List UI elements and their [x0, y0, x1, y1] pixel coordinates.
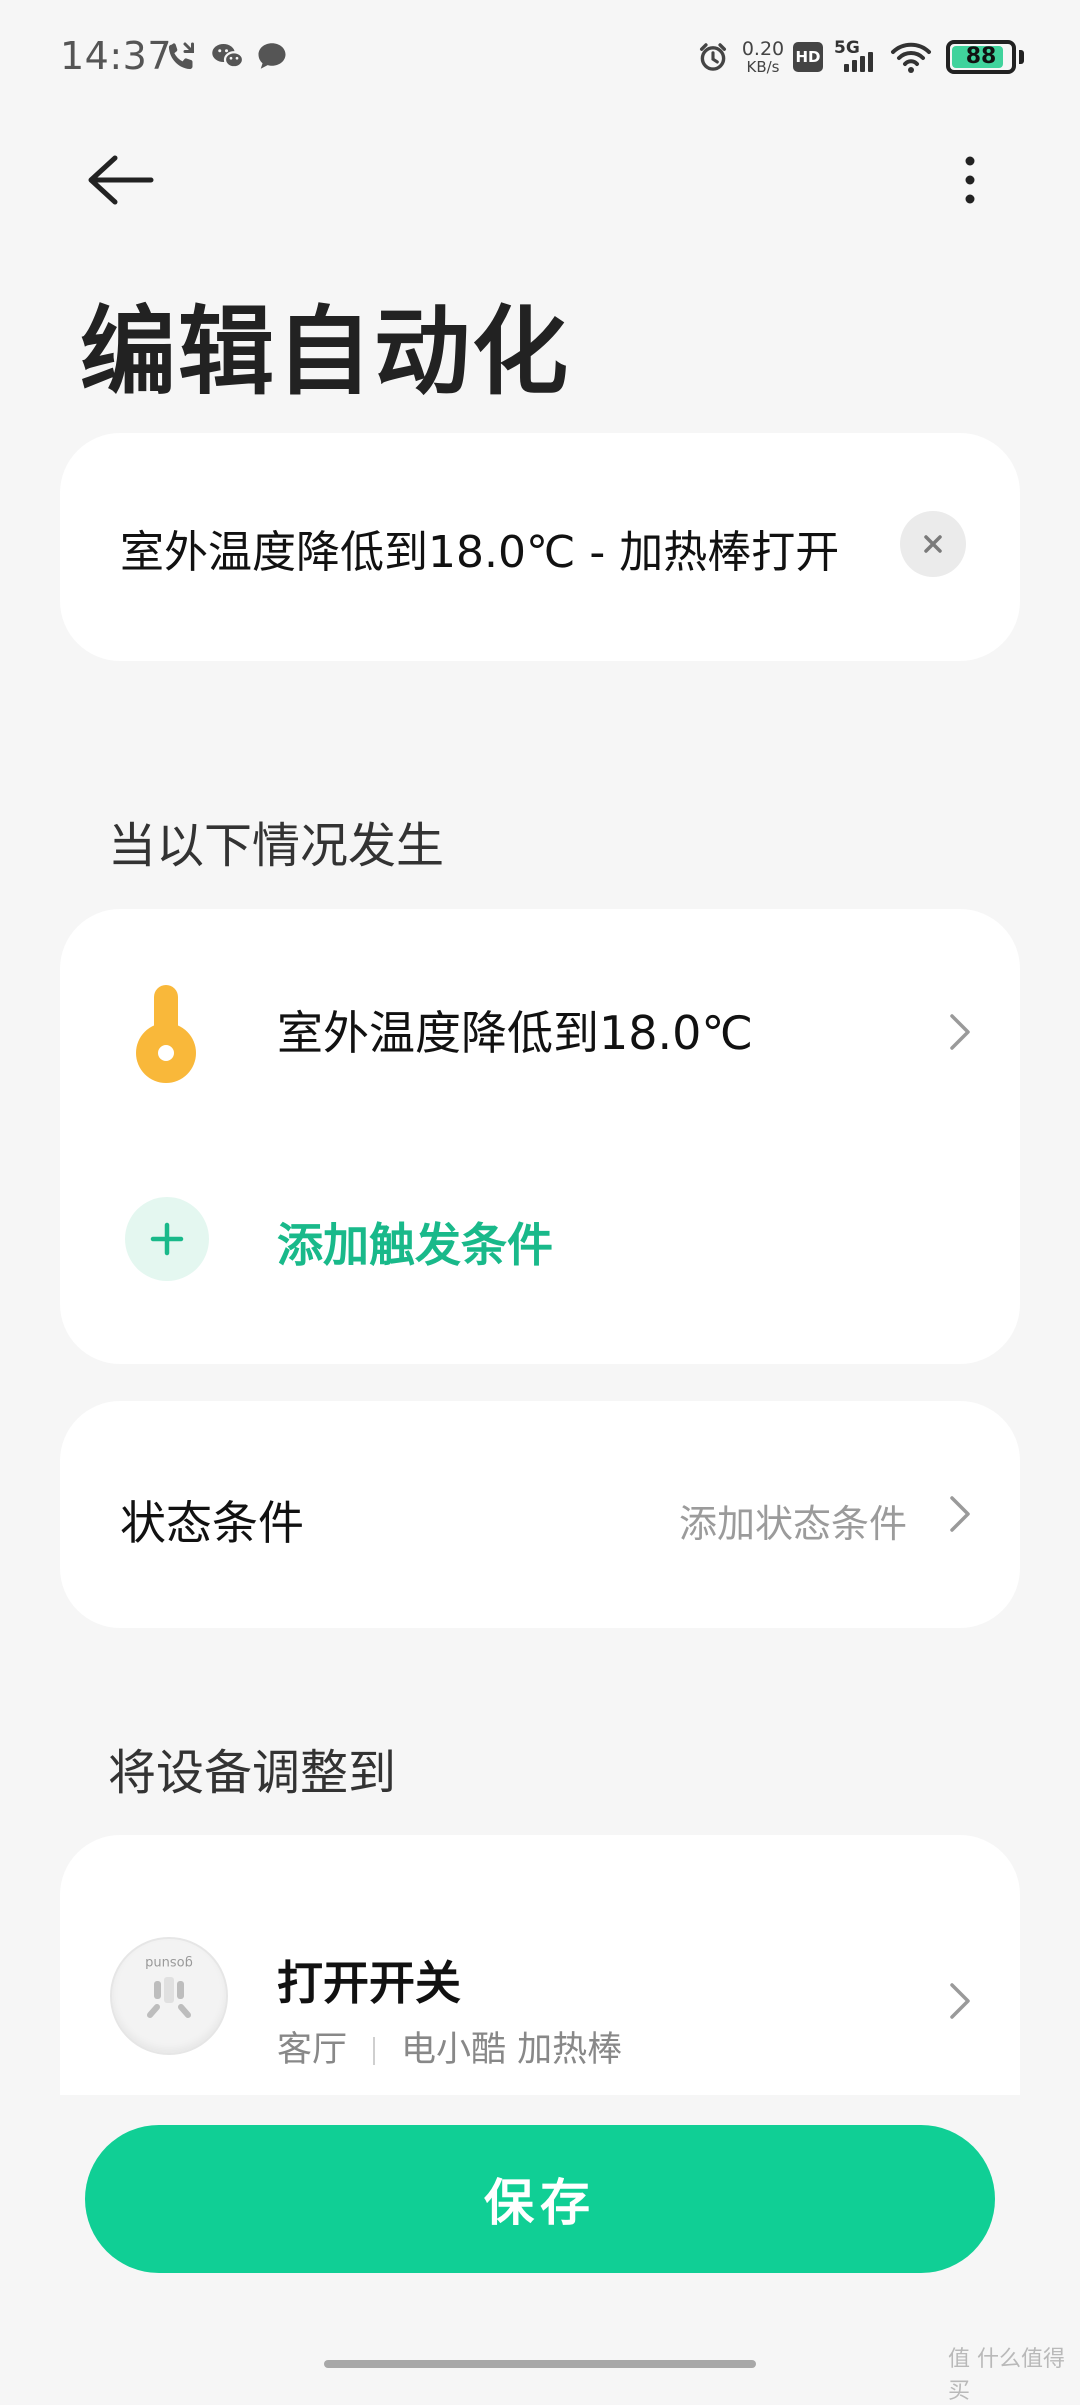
- battery-indicator: 88: [946, 40, 1016, 74]
- add-trigger-circle: [125, 1197, 209, 1281]
- save-button[interactable]: 保存: [85, 2125, 995, 2273]
- action-row[interactable]: gosund 打开开关 客厅 电小酷 加热棒: [60, 1835, 1020, 2095]
- state-condition-label: 状态条件: [120, 1496, 304, 1550]
- trigger-label: 室外温度降低到18.0℃: [277, 1006, 754, 1060]
- smart-plug-icon: gosund: [110, 1937, 228, 2055]
- status-bar: 14:37 0.20 KB/s HD 5G 88: [0, 0, 1080, 110]
- thermometer-icon: [136, 985, 196, 1083]
- action-section-title: 将设备调整到: [108, 1745, 397, 1801]
- add-trigger-label: 添加触发条件: [277, 1218, 553, 1272]
- battery-cap: [1019, 50, 1024, 64]
- hd-badge: HD: [793, 42, 823, 72]
- network-speed: 0.20 KB/s: [741, 38, 785, 77]
- more-vertical-icon: [965, 156, 975, 204]
- wechat-icon: [212, 44, 245, 69]
- home-indicator[interactable]: [324, 2360, 756, 2368]
- action-subtitle: 客厅 电小酷 加热棒: [277, 2021, 622, 2072]
- trigger-card: 室外温度降低到18.0℃ 添加触发条件: [60, 909, 1020, 1364]
- chevron-right-icon: [940, 1007, 980, 1057]
- automation-name-card: [60, 433, 1020, 661]
- signal-icon: 5G: [832, 38, 882, 78]
- trigger-section-title: 当以下情况发生: [108, 818, 445, 874]
- add-trigger-button[interactable]: 添加触发条件: [60, 1149, 1020, 1339]
- page-title: 编辑自动化: [80, 296, 570, 408]
- action-title: 打开开关: [277, 1956, 461, 2010]
- arrow-left-icon: [88, 155, 154, 205]
- alarm-icon: [699, 43, 727, 71]
- action-device: 电小酷 加热棒: [401, 2030, 623, 2070]
- automation-name-input[interactable]: [120, 503, 900, 593]
- back-button[interactable]: [70, 140, 170, 220]
- more-options-button[interactable]: [940, 140, 1000, 220]
- action-room: 客厅: [277, 2030, 348, 2070]
- trigger-row[interactable]: 室外温度降低到18.0℃: [60, 909, 1020, 1149]
- clear-name-button[interactable]: [900, 511, 966, 577]
- plus-icon: [150, 1222, 184, 1256]
- watermark: 值 什么值得买: [948, 2347, 1065, 2404]
- message-icon: [258, 43, 286, 69]
- add-state-condition-hint: 添加状态条件: [678, 1502, 907, 1546]
- state-condition-row[interactable]: 状态条件 添加状态条件: [60, 1401, 1020, 1628]
- status-time: 14:37: [60, 34, 173, 78]
- close-icon: [924, 535, 942, 553]
- chevron-right-icon: [940, 1489, 980, 1539]
- wifi-icon: [891, 42, 931, 73]
- missed-call-icon: [168, 42, 194, 70]
- action-card: gosund 打开开关 客厅 电小酷 加热棒: [60, 1835, 1020, 2095]
- separator: [373, 2037, 376, 2065]
- chevron-right-icon: [940, 1976, 980, 2026]
